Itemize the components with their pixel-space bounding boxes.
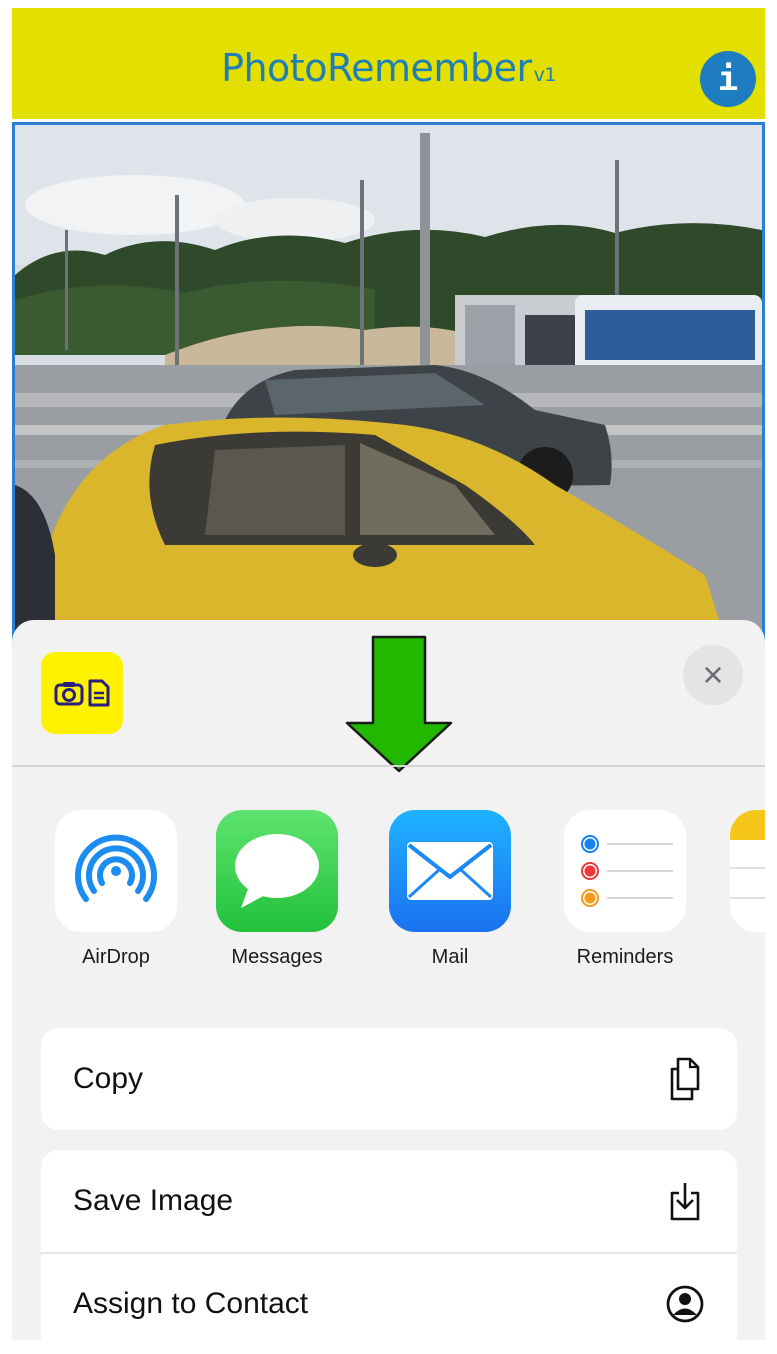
airdrop-icon (55, 810, 177, 932)
action-label: Copy (73, 1062, 144, 1095)
photo-preview (12, 122, 765, 642)
copy-icon (665, 1057, 705, 1101)
info-icon: i (717, 59, 739, 99)
reminders-icon (564, 810, 686, 932)
app-title: PhotoRemember v1 (12, 46, 765, 90)
share-sheet: × AirDrop Messages Mail Reminders Copy S… (12, 620, 765, 1354)
save-image-action[interactable]: Save Image (41, 1150, 737, 1252)
contact-icon (665, 1282, 705, 1326)
photo-icon (15, 125, 762, 639)
sheet-divider (12, 765, 765, 767)
copy-action[interactable]: Copy (41, 1028, 737, 1130)
action-label: Save Image (73, 1184, 234, 1217)
info-button[interactable]: i (700, 51, 756, 107)
assign-to-contact-action[interactable]: Assign to Contact (41, 1252, 737, 1354)
share-target-airdrop[interactable]: AirDrop (51, 810, 181, 969)
notes-icon (730, 810, 765, 932)
share-target-label: Mail (431, 946, 469, 968)
app-version: v1 (533, 64, 557, 86)
close-icon: × (702, 654, 724, 695)
share-targets-row: AirDrop Messages Mail Reminders (12, 810, 765, 985)
share-target-messages[interactable]: Messages (212, 810, 342, 969)
action-group-copy: Copy (41, 1028, 737, 1130)
app-thumbnail (41, 652, 123, 734)
share-target-label: Messages (231, 946, 323, 968)
share-target-label: AirDrop (82, 946, 150, 968)
close-button[interactable]: × (683, 645, 743, 705)
camera-icon (54, 682, 84, 706)
app-header: PhotoRemember v1 i (12, 8, 765, 119)
save-image-icon (665, 1179, 705, 1223)
action-label: Assign to Contact (73, 1287, 309, 1320)
action-group-image: Save Image Assign to Contact (41, 1150, 737, 1354)
share-target-mail[interactable]: Mail (385, 810, 515, 969)
app-title-text: PhotoRemember (221, 46, 532, 90)
share-target-notes[interactable] (730, 810, 765, 932)
share-target-label: Reminders (576, 946, 674, 968)
document-icon (88, 679, 110, 707)
arrow-down-icon (345, 635, 453, 773)
messages-icon (216, 810, 338, 932)
share-target-reminders[interactable]: Reminders (560, 810, 690, 969)
mail-icon (389, 810, 511, 932)
